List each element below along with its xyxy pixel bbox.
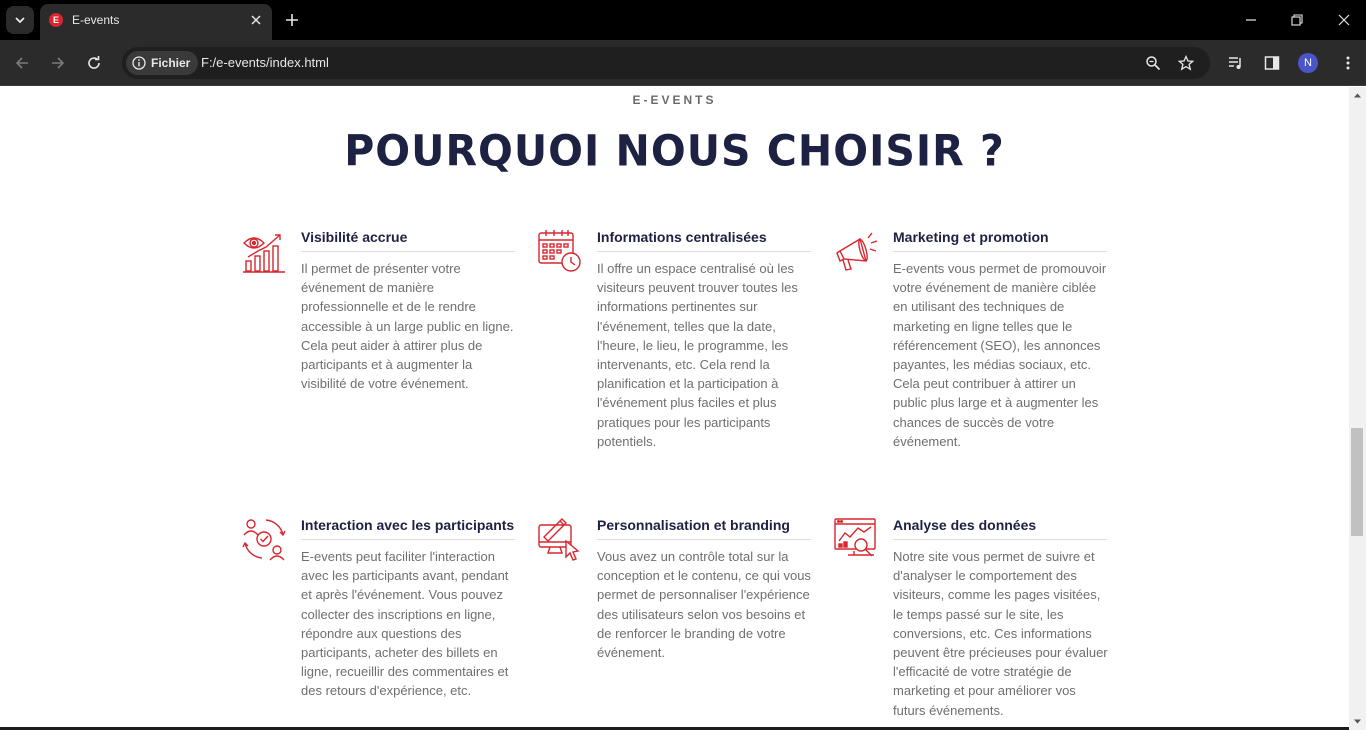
feature-title: Personnalisation et branding [597,517,811,540]
feature-text: Il offre un espace centralisé où les vis… [597,261,798,449]
reload-button[interactable] [82,51,106,75]
page-viewport: E-EVENTS POURQUOI NOUS CHOISIR ? Visibil… [0,87,1349,730]
scroll-down-arrow-icon[interactable] [1353,717,1362,726]
info-icon [132,56,146,70]
feature-title: Informations centralisées [597,229,811,252]
feature-text: Il permet de présenter votre événement d… [301,261,514,392]
restore-icon [1291,14,1303,26]
active-tab[interactable]: E E-events [40,4,272,40]
scrollbar-thumb[interactable] [1351,428,1363,536]
close-icon [1338,14,1350,26]
zoom-button[interactable] [1143,53,1163,73]
megaphone-icon [836,232,878,271]
scroll-up-arrow-icon[interactable] [1353,91,1362,100]
reload-icon [88,56,100,69]
arrow-right-icon [52,57,65,69]
media-control-button[interactable] [1225,52,1247,74]
feature-text: E-events peut faciliter l'interaction av… [301,549,509,699]
side-panel-button[interactable] [1261,52,1283,74]
calendar-clock-icon [538,230,581,272]
feature-title: Visibilité accrue [301,229,515,252]
feature-title: Marketing et promotion [893,229,1107,252]
browser-toolbar: Fichier F:/e-events/index.html N [0,40,1366,86]
tab-favicon-icon: E [49,13,63,27]
site-chip-label: Fichier [151,56,191,70]
page-scrollbar[interactable] [1349,87,1366,730]
star-icon [1178,55,1194,71]
visibility-chart-icon [243,234,285,273]
zoom-icon [1146,56,1161,71]
minimize-button[interactable] [1239,8,1263,32]
close-window-button[interactable] [1332,8,1356,32]
profile-avatar[interactable]: N [1298,53,1318,73]
address-bar[interactable]: Fichier F:/e-events/index.html [122,47,1210,79]
feature-text: Notre site vous permet de suivre et d'an… [893,549,1108,718]
restore-button[interactable] [1285,8,1309,32]
users-interaction-icon [242,519,286,561]
design-branding-icon [538,518,580,561]
tab-bar: E E-events [0,0,1366,40]
bookmark-button[interactable] [1176,53,1196,73]
forward-button[interactable] [46,51,70,75]
chevron-down-icon [15,17,25,24]
tab-search-button[interactable] [6,6,34,34]
feature-text: E-events vous permet de promouvoir votre… [893,261,1107,449]
arrow-left-icon [15,57,28,69]
feature-title: Interaction avec les participants [301,517,515,540]
plus-icon [286,14,298,26]
close-icon [251,15,261,25]
kebab-menu-icon [1346,56,1350,70]
browser-menu-button[interactable] [1337,52,1359,74]
section-heading: POURQUOI NOUS CHOISIR ? [344,125,1005,177]
data-analysis-icon [834,518,876,557]
new-tab-button[interactable] [282,10,302,30]
back-button[interactable] [10,51,34,75]
section-eyebrow: E-EVENTS [632,93,717,107]
tab-close-button[interactable] [248,12,264,28]
minimize-icon [1246,19,1256,21]
tab-title: E-events [72,13,120,27]
url-text[interactable]: F:/e-events/index.html [201,55,329,71]
side-panel-icon [1264,56,1280,70]
feature-title: Analyse des données [893,517,1107,540]
feature-text: Vous avez un contrôle total sur la conce… [597,549,811,661]
site-info-chip[interactable]: Fichier [126,51,199,75]
playlist-icon [1229,57,1241,69]
